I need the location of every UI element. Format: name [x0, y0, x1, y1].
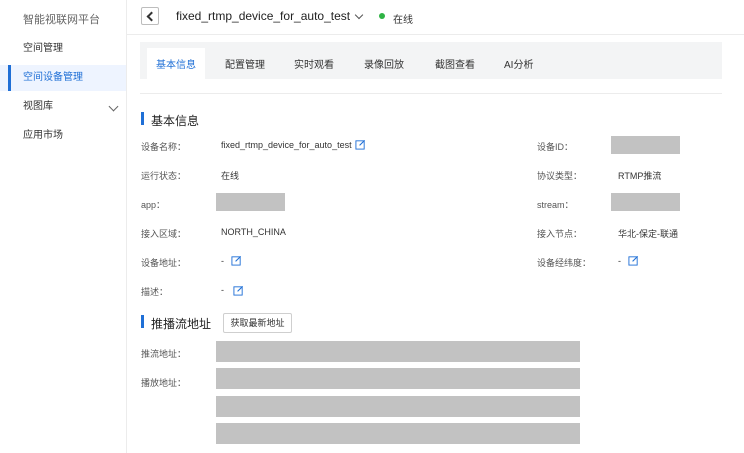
fetch-latest-address-button[interactable]: 获取最新地址: [223, 313, 292, 333]
app-redacted: [216, 193, 285, 211]
description-value: -: [221, 285, 224, 295]
protocol-label: 协议类型：: [537, 171, 583, 181]
chevron-down-icon: [108, 101, 119, 112]
address-value: -: [221, 256, 224, 266]
edit-icon[interactable]: [233, 285, 244, 296]
device-id-redacted: [611, 136, 680, 154]
tab-config-management[interactable]: 配置管理: [225, 42, 265, 79]
section-title-basic-info: 基本信息: [151, 114, 200, 128]
device-title[interactable]: fixed_rtmp_device_for_auto_test: [176, 9, 350, 23]
chevron-down-icon[interactable]: [354, 10, 364, 20]
device-name-label: 设备名称：: [141, 142, 187, 152]
sidebar-item-label: 空间设备管理: [23, 72, 83, 83]
edit-icon[interactable]: [355, 139, 366, 150]
back-button[interactable]: [141, 7, 159, 25]
section-marker: [141, 315, 144, 328]
tab-basic-info[interactable]: 基本信息: [147, 48, 205, 79]
sidebar-item-label: 应用市场: [23, 130, 63, 141]
node-label: 接入节点：: [537, 229, 583, 239]
tab-ai-analysis[interactable]: AI分析: [504, 42, 533, 79]
play-address-redacted: [216, 368, 580, 389]
section-marker: [141, 112, 144, 125]
run-status-value: 在线: [221, 171, 240, 181]
address-label: 设备地址：: [141, 258, 187, 268]
edit-icon[interactable]: [628, 255, 639, 266]
play-address-redacted: [216, 423, 580, 444]
status-dot-icon: [379, 13, 385, 19]
tab-bar: 基本信息 配置管理 实时观看 录像回放 截图查看 AI分析: [140, 42, 722, 79]
platform-title: 智能视联网平台: [23, 14, 100, 26]
play-address-label: 播放地址：: [141, 378, 187, 388]
tab-snapshot[interactable]: 截图查看: [435, 42, 475, 79]
play-address-redacted: [216, 396, 580, 417]
status-badge: 在线: [393, 15, 413, 26]
latlng-value: -: [618, 256, 621, 266]
section-title-push-stream: 推播流地址: [151, 317, 212, 331]
region-value: NORTH_CHINA: [221, 227, 286, 237]
region-label: 接入区域：: [141, 229, 187, 239]
sidebar-item-label: 空间管理: [23, 43, 63, 54]
sidebar-item-app-market[interactable]: 应用市场: [0, 123, 126, 149]
sidebar-item-space-device-management[interactable]: 空间设备管理: [0, 65, 126, 91]
push-address-redacted: [216, 341, 580, 362]
divider: [140, 93, 722, 94]
description-label: 描述：: [141, 287, 169, 297]
latlng-label: 设备经纬度：: [537, 258, 592, 268]
device-name-value: fixed_rtmp_device_for_auto_test: [221, 140, 352, 150]
sidebar: 智能视联网平台 空间管理 空间设备管理 视图库 应用市场: [0, 0, 127, 453]
node-value: 华北-保定-联通: [618, 229, 678, 239]
protocol-value: RTMP推流: [618, 171, 662, 181]
divider: [126, 34, 744, 35]
edit-icon[interactable]: [231, 255, 242, 266]
stream-label: stream：: [537, 200, 574, 210]
push-address-label: 推流地址：: [141, 349, 187, 359]
tab-playback[interactable]: 录像回放: [364, 42, 404, 79]
tab-live-view[interactable]: 实时观看: [294, 42, 334, 79]
sidebar-item-view-library[interactable]: 视图库: [0, 94, 126, 120]
app-label: app：: [141, 200, 166, 210]
run-status-label: 运行状态：: [141, 171, 187, 181]
stream-redacted: [611, 193, 680, 211]
sidebar-item-label: 视图库: [23, 101, 53, 112]
sidebar-item-space-management[interactable]: 空间管理: [0, 36, 126, 62]
device-id-label: 设备ID：: [537, 142, 574, 152]
